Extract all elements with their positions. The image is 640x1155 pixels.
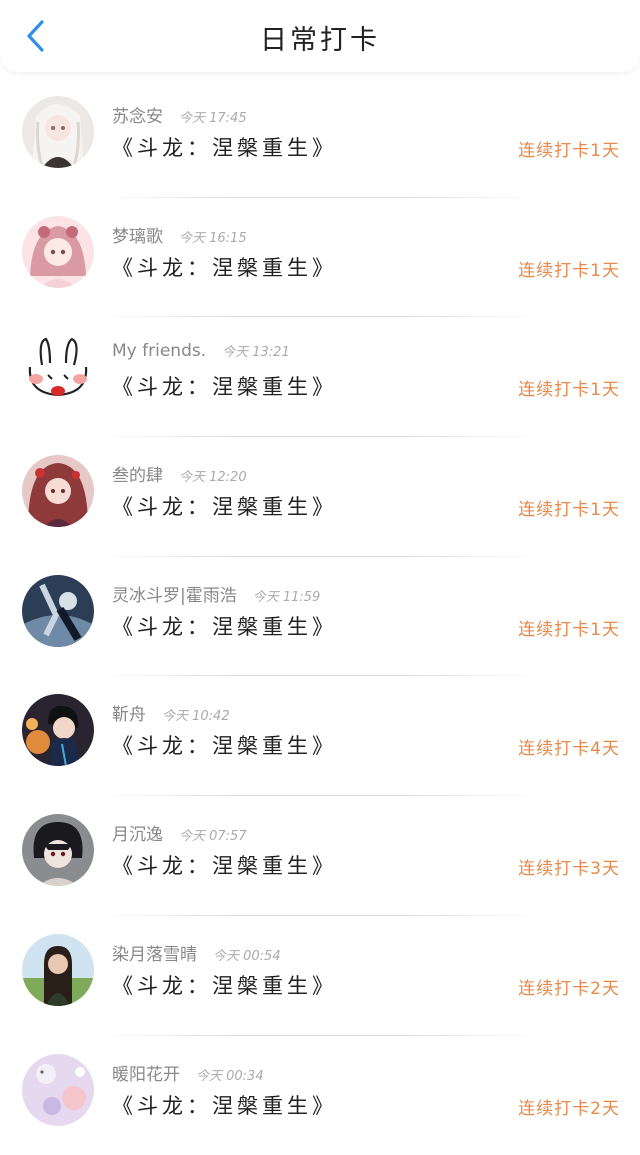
avatar[interactable] bbox=[22, 575, 94, 647]
checkin-time: 今天 07:57 bbox=[179, 825, 247, 844]
streak-label: 连续打卡1天 bbox=[518, 615, 620, 640]
book-title[interactable]: 《斗龙：涅槃重生》 bbox=[112, 730, 337, 760]
avatar[interactable] bbox=[22, 694, 94, 766]
checkin-time: 今天 16:15 bbox=[179, 227, 247, 246]
list-item[interactable]: 灵冰斗罗|霍雨浩 今天 11:59 《斗龙：涅槃重生》 连续打卡1天 bbox=[0, 557, 640, 677]
list-item[interactable]: 月沉逸 今天 07:57 《斗龙：涅槃重生》 连续打卡3天 bbox=[0, 796, 640, 916]
list-item[interactable]: 苏念安 今天 17:45 《斗龙：涅槃重生》 连续打卡1天 bbox=[0, 78, 640, 198]
user-name[interactable]: 月沉逸 bbox=[112, 820, 163, 845]
streak-label: 连续打卡1天 bbox=[518, 375, 620, 400]
avatar[interactable] bbox=[22, 934, 94, 1006]
user-name[interactable]: My friends. bbox=[112, 341, 206, 361]
avatar[interactable] bbox=[22, 814, 94, 886]
avatar[interactable] bbox=[22, 1054, 94, 1126]
streak-label: 连续打卡1天 bbox=[518, 495, 620, 520]
user-name[interactable]: 梦璃歌 bbox=[112, 222, 163, 247]
book-title[interactable]: 《斗龙：涅槃重生》 bbox=[112, 1090, 337, 1120]
avatar[interactable] bbox=[22, 216, 94, 288]
checkin-time: 今天 00:54 bbox=[213, 945, 281, 964]
list-item[interactable]: 叁的肆 今天 12:20 《斗龙：涅槃重生》 连续打卡1天 bbox=[0, 437, 640, 557]
user-name[interactable]: 染月落雪晴 bbox=[112, 940, 197, 965]
book-title[interactable]: 《斗龙：涅槃重生》 bbox=[112, 850, 337, 880]
checkin-time: 今天 17:45 bbox=[179, 107, 247, 126]
book-title[interactable]: 《斗龙：涅槃重生》 bbox=[112, 132, 337, 162]
list-item[interactable]: 染月落雪晴 今天 00:54 《斗龙：涅槃重生》 连续打卡2天 bbox=[0, 916, 640, 1036]
checkin-time: 今天 12:20 bbox=[179, 466, 247, 485]
streak-label: 连续打卡1天 bbox=[518, 256, 620, 281]
checkin-time: 今天 00:34 bbox=[196, 1065, 264, 1084]
user-name[interactable]: 叁的肆 bbox=[112, 461, 163, 486]
checkin-time: 今天 11:59 bbox=[253, 586, 321, 605]
avatar[interactable] bbox=[22, 335, 94, 407]
page-title: 日常打卡 bbox=[0, 18, 640, 57]
user-name[interactable]: 灵冰斗罗|霍雨浩 bbox=[112, 581, 237, 606]
checkin-time: 今天 10:42 bbox=[162, 705, 230, 724]
user-name[interactable]: 苏念安 bbox=[112, 102, 163, 127]
streak-label: 连续打卡2天 bbox=[518, 974, 620, 999]
book-title[interactable]: 《斗龙：涅槃重生》 bbox=[112, 491, 337, 521]
list-item[interactable]: 靳舟 今天 10:42 《斗龙：涅槃重生》 连续打卡4天 bbox=[0, 676, 640, 796]
list-item[interactable]: 暖阳花开 今天 00:34 《斗龙：涅槃重生》 连续打卡2天 bbox=[0, 1036, 640, 1155]
list-item[interactable]: 梦璃歌 今天 16:15 《斗龙：涅槃重生》 连续打卡1天 bbox=[0, 198, 640, 318]
streak-label: 连续打卡3天 bbox=[518, 854, 620, 879]
avatar[interactable] bbox=[22, 96, 94, 168]
streak-label: 连续打卡2天 bbox=[518, 1094, 620, 1119]
book-title[interactable]: 《斗龙：涅槃重生》 bbox=[112, 371, 337, 401]
book-title[interactable]: 《斗龙：涅槃重生》 bbox=[112, 252, 337, 282]
user-name[interactable]: 靳舟 bbox=[112, 700, 146, 725]
list-item[interactable]: My friends. 今天 13:21 《斗龙：涅槃重生》 连续打卡1天 bbox=[0, 317, 640, 437]
avatar[interactable] bbox=[22, 455, 94, 527]
user-name[interactable]: 暖阳花开 bbox=[112, 1060, 180, 1085]
checkin-time: 今天 13:21 bbox=[222, 341, 290, 360]
top-bar: 日常打卡 bbox=[0, 0, 640, 72]
book-title[interactable]: 《斗龙：涅槃重生》 bbox=[112, 970, 337, 1000]
streak-label: 连续打卡4天 bbox=[518, 734, 620, 759]
streak-label: 连续打卡1天 bbox=[518, 136, 620, 161]
book-title[interactable]: 《斗龙：涅槃重生》 bbox=[112, 611, 337, 641]
checkin-list: 苏念安 今天 17:45 《斗龙：涅槃重生》 连续打卡1天 梦璃歌 今天 16:… bbox=[0, 78, 640, 1155]
